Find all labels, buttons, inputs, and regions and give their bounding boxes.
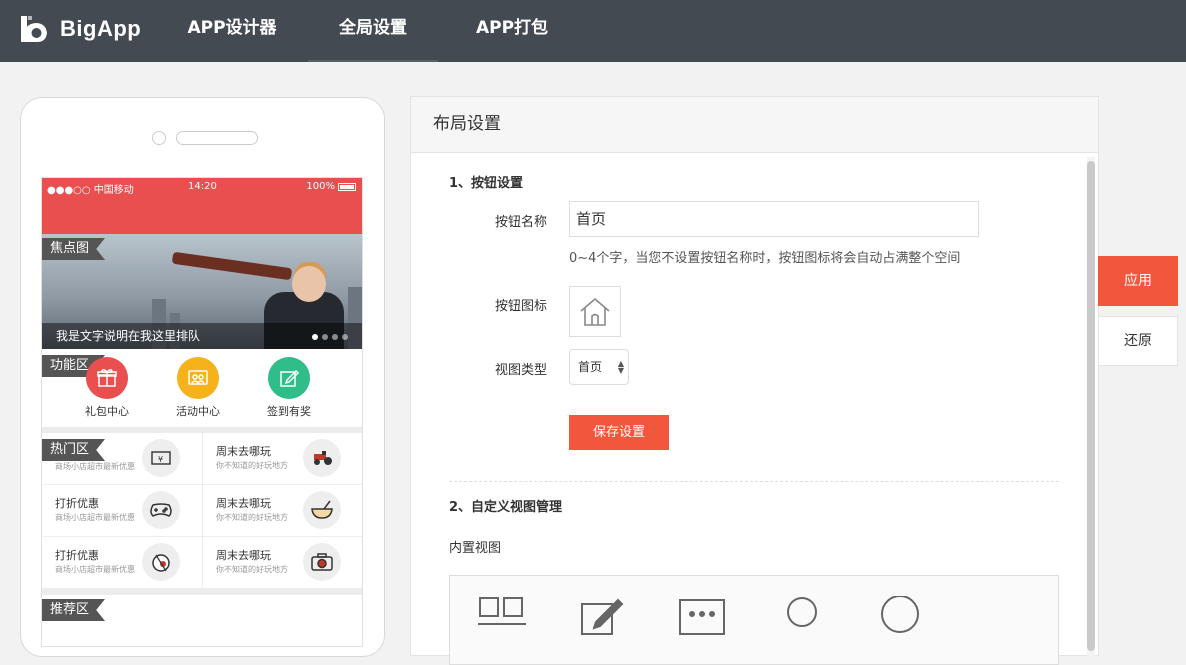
edit-icon[interactable] xyxy=(578,596,626,644)
phone-speaker xyxy=(176,131,258,145)
func-item-gift[interactable]: 礼包中心 xyxy=(72,357,142,419)
focus-banner[interactable]: 焦点图 我是文字说明在我这里排队 xyxy=(42,234,362,349)
button-icon-picker[interactable] xyxy=(569,286,621,337)
select-arrows-icon: ▲ ▼ xyxy=(617,359,624,375)
hot-item-title: 打折优惠 xyxy=(55,497,99,510)
reset-button[interactable]: 还原 xyxy=(1098,316,1178,366)
banner-telescope xyxy=(171,251,293,281)
function-area: 功能区 礼包中心 活动中心 签到有奖 xyxy=(42,349,362,427)
view-type-label: 视图类型 xyxy=(495,363,548,378)
status-time: 14:20 xyxy=(188,181,217,192)
carrier-signal: ●●●○○ 中国移动 xyxy=(47,185,134,196)
hot-item[interactable]: 周末去哪玩 你不知道的好玩地方 xyxy=(203,537,362,589)
gift-icon xyxy=(86,357,128,399)
func-item-activity[interactable]: 活动中心 xyxy=(163,357,233,419)
builtin-view-list xyxy=(449,575,1059,665)
nav-app-designer[interactable]: APP设计器 xyxy=(178,0,286,62)
section-divider xyxy=(449,481,1059,482)
button-settings-title: 1、按钮设置 xyxy=(449,176,524,191)
user-icon[interactable] xyxy=(778,596,826,644)
hot-item-subtitle: 你不知道的好玩地方 xyxy=(216,565,288,574)
banner-caption-text: 我是文字说明在我这里排队 xyxy=(56,329,201,343)
hot-item-subtitle: 你不知道的好玩地方 xyxy=(216,513,288,522)
banner-dot[interactable] xyxy=(312,334,318,340)
bowl-icon xyxy=(303,491,341,529)
hot-section-tag[interactable]: 热门区 xyxy=(42,439,106,461)
builtin-view-label: 内置视图 xyxy=(449,541,502,556)
hot-item[interactable]: 周末去哪玩 你不知道的好玩地方 xyxy=(203,433,362,485)
nav-global-settings[interactable]: 全局设置 xyxy=(308,0,438,62)
apply-button[interactable]: 应用 xyxy=(1098,256,1178,306)
func-item-label: 活动中心 xyxy=(176,405,220,418)
banner-boy-head xyxy=(292,266,326,302)
view-type-select[interactable]: 首页 ▲ ▼ xyxy=(569,349,629,385)
hot-item-subtitle: 商场小店超市最新优惠 xyxy=(55,462,135,471)
layout-settings-panel: 布局设置 1、按钮设置 按钮名称 首页 0~4个字，当您不设置按钮名称时，按钮图… xyxy=(410,96,1099,665)
view-type-value: 首页 xyxy=(578,360,603,374)
banner-section-tag[interactable]: 焦点图 xyxy=(42,238,106,260)
hot-item-subtitle: 你不知道的好玩地方 xyxy=(216,461,288,470)
edit-icon xyxy=(268,357,310,399)
hot-item-title: 打折优惠 xyxy=(55,549,99,562)
custom-view-title: 2、自定义视图管理 xyxy=(449,500,563,515)
home-icon xyxy=(580,297,610,326)
panel-scrollbar[interactable] xyxy=(1087,161,1095,651)
hot-item-title: 周末去哪玩 xyxy=(216,445,271,458)
more-icon[interactable] xyxy=(678,596,726,644)
phone-camera xyxy=(152,131,166,145)
func-item-checkin[interactable]: 签到有奖 xyxy=(254,357,324,419)
camera-icon xyxy=(303,543,341,581)
user-icon[interactable] xyxy=(878,596,926,644)
panel-title: 布局设置 xyxy=(411,97,1098,153)
nav-app-packaging[interactable]: APP打包 xyxy=(466,0,558,62)
brand-logo[interactable]: BigApp xyxy=(18,14,141,44)
banner-dot[interactable] xyxy=(322,334,328,340)
save-settings-button[interactable]: 保存设置 xyxy=(569,415,669,450)
ticket-icon: ¥ xyxy=(142,439,180,477)
button-name-hint: 0~4个字，当您不设置按钮名称时，按钮图标将会自动占满整个空间 xyxy=(569,251,961,266)
top-navbar: BigApp APP设计器 全局设置 APP打包 xyxy=(0,0,1186,62)
banner-dot[interactable] xyxy=(342,334,348,340)
hot-item[interactable]: 打折优惠 商场小店超市最新优惠 xyxy=(42,485,202,537)
phone-status-bar: ●●●○○ 中国移动 14:20 100% xyxy=(42,178,362,234)
banner-dots xyxy=(312,334,348,340)
bigapp-logo-icon xyxy=(21,16,47,42)
svg-text:¥: ¥ xyxy=(158,455,163,464)
tractor-icon xyxy=(303,439,341,477)
hot-item-subtitle: 商场小店超市最新优惠 xyxy=(55,513,135,522)
recommend-area: 推荐区 xyxy=(42,595,362,635)
hot-item-title: 周末去哪玩 xyxy=(216,497,271,510)
hot-item[interactable]: 打折优惠 商场小店超市最新优惠 xyxy=(42,537,202,589)
button-name-label: 按钮名称 xyxy=(495,215,548,230)
grid-icon[interactable] xyxy=(478,596,526,644)
gamepad-icon xyxy=(142,491,180,529)
hot-item-title: 周末去哪玩 xyxy=(216,549,271,562)
recommend-section-tag[interactable]: 推荐区 xyxy=(42,599,106,621)
phone-preview: ●●●○○ 中国移动 14:20 100% 焦点图 我是文字说明在我这里排队 功… xyxy=(20,97,385,657)
banner-dot[interactable] xyxy=(332,334,338,340)
brand-name: BigApp xyxy=(60,16,142,41)
battery-icon xyxy=(338,182,356,191)
phone-screen: ●●●○○ 中国移动 14:20 100% 焦点图 我是文字说明在我这里排队 功… xyxy=(41,177,363,647)
func-item-label: 签到有奖 xyxy=(267,405,311,418)
hot-item-subtitle: 商场小店超市最新优惠 xyxy=(55,565,135,574)
button-name-input[interactable]: 首页 xyxy=(569,201,979,237)
hot-area: 商场小店超市最新优惠 ¥ 周末去哪玩 你不知道的好玩地方 打折优惠 商场小店超市… xyxy=(42,433,362,589)
button-icon-label: 按钮图标 xyxy=(495,299,548,314)
hot-item[interactable]: 周末去哪玩 你不知道的好玩地方 xyxy=(203,485,362,537)
battery: 100% xyxy=(306,181,356,192)
people-icon xyxy=(177,357,219,399)
pig-icon xyxy=(142,543,180,581)
battery-percent: 100% xyxy=(306,181,335,192)
func-item-label: 礼包中心 xyxy=(85,405,129,418)
